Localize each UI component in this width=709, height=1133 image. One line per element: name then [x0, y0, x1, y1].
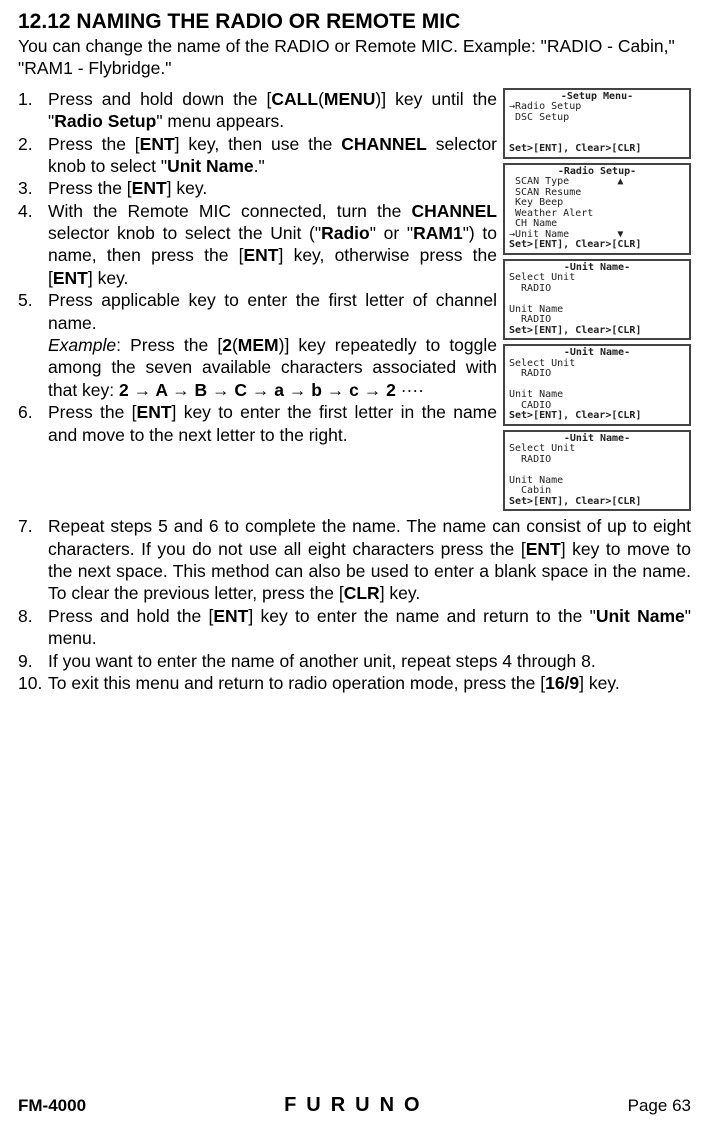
- footer-model: FM-4000: [18, 1096, 86, 1116]
- text: If you want to enter the name of another…: [48, 651, 596, 671]
- example-label: Example: [48, 335, 116, 355]
- menu-unit-name: Unit Name: [596, 606, 685, 626]
- section-number: 12.12: [18, 10, 71, 33]
- step-3: Press the [ENT] key.: [48, 177, 497, 199]
- text: Press the [: [48, 178, 132, 198]
- step-4: With the Remote MIC connected, turn the …: [48, 200, 497, 290]
- screen-footer: Set>[ENT], Clear>[CLR]: [509, 239, 641, 250]
- key-2: 2: [222, 335, 232, 355]
- screen-footer: Set>[ENT], Clear>[CLR]: [509, 410, 641, 421]
- text: With the Remote MIC connected, turn the: [48, 201, 411, 221]
- intro-paragraph: You can change the name of the RADIO or …: [18, 36, 691, 80]
- text: ] key.: [88, 268, 129, 288]
- key-ent: ENT: [53, 268, 88, 288]
- text: selector knob to select the Unit (": [48, 223, 321, 243]
- unit-radio: Radio: [321, 223, 370, 243]
- step-8: Press and hold the [ENT] key to enter th…: [48, 605, 691, 650]
- text: " or ": [370, 223, 413, 243]
- text: ] key.: [380, 583, 421, 603]
- step-6: Press the [ENT] key to enter the first l…: [48, 401, 497, 446]
- step-5: Press applicable key to enter the first …: [48, 289, 497, 401]
- screen-footer: Set>[ENT], Clear>[CLR]: [509, 325, 641, 336]
- screen-body: →Radio Setup DSC Setup: [509, 101, 581, 123]
- key-ent: ENT: [526, 539, 561, 559]
- text: Press and hold down the [: [48, 89, 271, 109]
- lcd-screen-unit-name-1: -Unit Name-Select Unit RADIO Unit Name R…: [503, 259, 691, 341]
- key-menu: MENU: [324, 89, 376, 109]
- key-call: CALL: [271, 89, 318, 109]
- text: .": [254, 156, 265, 176]
- text: : Press the [: [116, 335, 222, 355]
- footer-page: Page 63: [628, 1096, 691, 1116]
- key-clr: CLR: [344, 583, 380, 603]
- steps-list: Press and hold down the [CALL(MENU)] key…: [18, 88, 497, 446]
- step-1: Press and hold down the [CALL(MENU)] key…: [48, 88, 497, 133]
- steps-column: Press and hold down the [CALL(MENU)] key…: [18, 88, 497, 446]
- body-row: Press and hold down the [CALL(MENU)] key…: [18, 88, 691, 516]
- text: " menu appears.: [156, 111, 284, 131]
- step-7: Repeat steps 5 and 6 to complete the nam…: [48, 515, 691, 605]
- text: Press applicable key to enter the first …: [48, 290, 497, 332]
- text: Press the [: [48, 402, 137, 422]
- key-ent: ENT: [132, 178, 167, 198]
- knob-channel: CHANNEL: [341, 134, 427, 154]
- step-2: Press the [ENT] key, then use the CHANNE…: [48, 133, 497, 178]
- text: ] key.: [579, 673, 620, 693]
- text: ····: [396, 380, 424, 400]
- section-title: NAMING THE RADIO OR REMOTE MIC: [76, 10, 460, 33]
- key-mem: MEM: [238, 335, 279, 355]
- screen-body: SCAN Type ▲ SCAN Resume Key Beep Weather…: [509, 176, 623, 240]
- lcd-screen-unit-name-3: -Unit Name-Select Unit RADIO Unit Name C…: [503, 430, 691, 512]
- screen-footer: Set>[ENT], Clear>[CLR]: [509, 143, 641, 154]
- text: ] key, then use the: [175, 134, 342, 154]
- step-10: To exit this menu and return to radio op…: [48, 672, 691, 694]
- text: Press the [: [48, 134, 140, 154]
- screen-body: Select Unit RADIO Unit Name RADIO: [509, 272, 575, 325]
- key-16-9: 16/9: [545, 673, 579, 693]
- knob-channel: CHANNEL: [411, 201, 497, 221]
- section-heading: 12.12 NAMING THE RADIO OR REMOTE MIC: [18, 10, 691, 34]
- menu-unit-name: Unit Name: [167, 156, 254, 176]
- key-ent: ENT: [140, 134, 175, 154]
- text: To exit this menu and return to radio op…: [48, 673, 545, 693]
- lcd-screen-unit-name-2: -Unit Name-Select Unit RADIO Unit Name C…: [503, 344, 691, 426]
- screen-body: Select Unit RADIO Unit Name Cabin: [509, 443, 575, 496]
- key-ent: ENT: [137, 402, 172, 422]
- lcd-screen-radio-setup: -Radio Setup- SCAN Type ▲ SCAN Resume Ke…: [503, 163, 691, 255]
- text: Press and hold the [: [48, 606, 213, 626]
- key-ent: ENT: [244, 245, 279, 265]
- manual-page: 12.12 NAMING THE RADIO OR REMOTE MIC You…: [0, 0, 709, 1133]
- step-9: If you want to enter the name of another…: [48, 650, 691, 672]
- char-sequence: 2 → A → B → C → a → b → c → 2: [119, 380, 396, 400]
- screens-column: -Setup Menu-→Radio Setup DSC Setup Set>[…: [503, 88, 691, 516]
- page-footer: FM-4000 FURUNO Page 63: [0, 1094, 709, 1117]
- text: ] key.: [167, 178, 208, 198]
- unit-ram1: RAM1: [413, 223, 463, 243]
- footer-logo: FURUNO: [284, 1094, 430, 1117]
- key-ent: ENT: [213, 606, 248, 626]
- menu-radio-setup: Radio Setup: [54, 111, 156, 131]
- screen-body: Select Unit RADIO Unit Name CADIO: [509, 358, 575, 411]
- lcd-screen-setup-menu: -Setup Menu-→Radio Setup DSC Setup Set>[…: [503, 88, 691, 159]
- text: ] key to enter the name and return to th…: [248, 606, 596, 626]
- steps-list-cont: Repeat steps 5 and 6 to complete the nam…: [18, 515, 691, 694]
- screen-footer: Set>[ENT], Clear>[CLR]: [509, 496, 641, 507]
